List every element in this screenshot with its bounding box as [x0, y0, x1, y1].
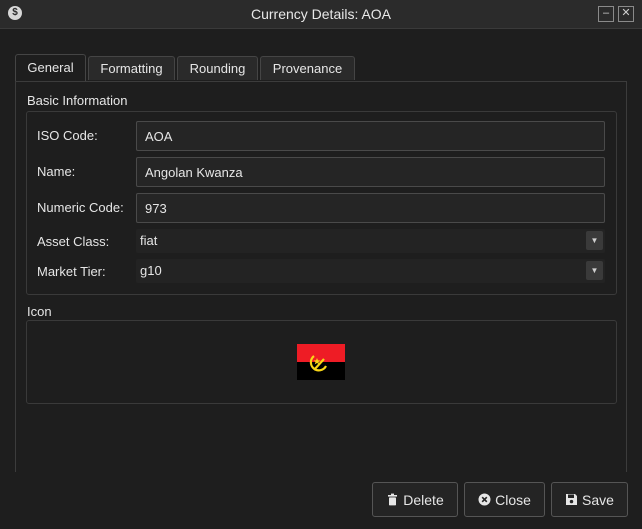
name-label: Name:: [37, 164, 76, 179]
market-tier-label: Market Tier:: [37, 264, 106, 279]
tab-provenance[interactable]: Provenance: [260, 56, 355, 80]
tab-formatting[interactable]: Formatting: [88, 56, 175, 80]
chevron-down-icon[interactable]: ▼: [586, 261, 603, 280]
tab-rounding[interactable]: Rounding: [177, 56, 258, 80]
window-title: Currency Details: AOA: [250, 6, 392, 22]
iso-code-input[interactable]: [136, 121, 605, 151]
close-window-button[interactable]: ✕: [618, 6, 634, 22]
asset-class-value: fiat: [140, 233, 158, 248]
numeric-code-label: Numeric Code:: [37, 200, 124, 215]
close-button[interactable]: Close: [464, 482, 545, 517]
name-input[interactable]: [136, 157, 605, 187]
numeric-code-input[interactable]: [136, 193, 605, 223]
icon-section-label: Icon: [27, 304, 52, 319]
iso-code-label: ISO Code:: [37, 128, 98, 143]
basic-information-label: Basic Information: [27, 93, 128, 108]
save-icon: [566, 494, 578, 505]
market-tier-value: g10: [140, 263, 162, 278]
tab-general[interactable]: General: [15, 54, 86, 82]
delete-button[interactable]: Delete: [372, 482, 458, 517]
save-button-label: Save: [582, 491, 614, 508]
trash-icon: [388, 493, 398, 506]
save-button[interactable]: Save: [551, 482, 628, 517]
asset-class-select[interactable]: fiat ▼: [136, 229, 605, 253]
close-button-label: Close: [495, 491, 531, 508]
minimize-button[interactable]: –: [598, 6, 614, 22]
chevron-down-icon[interactable]: ▼: [586, 231, 603, 250]
market-tier-select[interactable]: g10 ▼: [136, 259, 605, 283]
asset-class-label: Asset Class:: [37, 234, 110, 249]
delete-button-label: Delete: [403, 491, 444, 508]
title-bar[interactable]: $ Currency Details: AOA – ✕: [0, 0, 642, 29]
angola-flag-icon: [297, 344, 345, 380]
close-circle-icon: [478, 493, 491, 506]
